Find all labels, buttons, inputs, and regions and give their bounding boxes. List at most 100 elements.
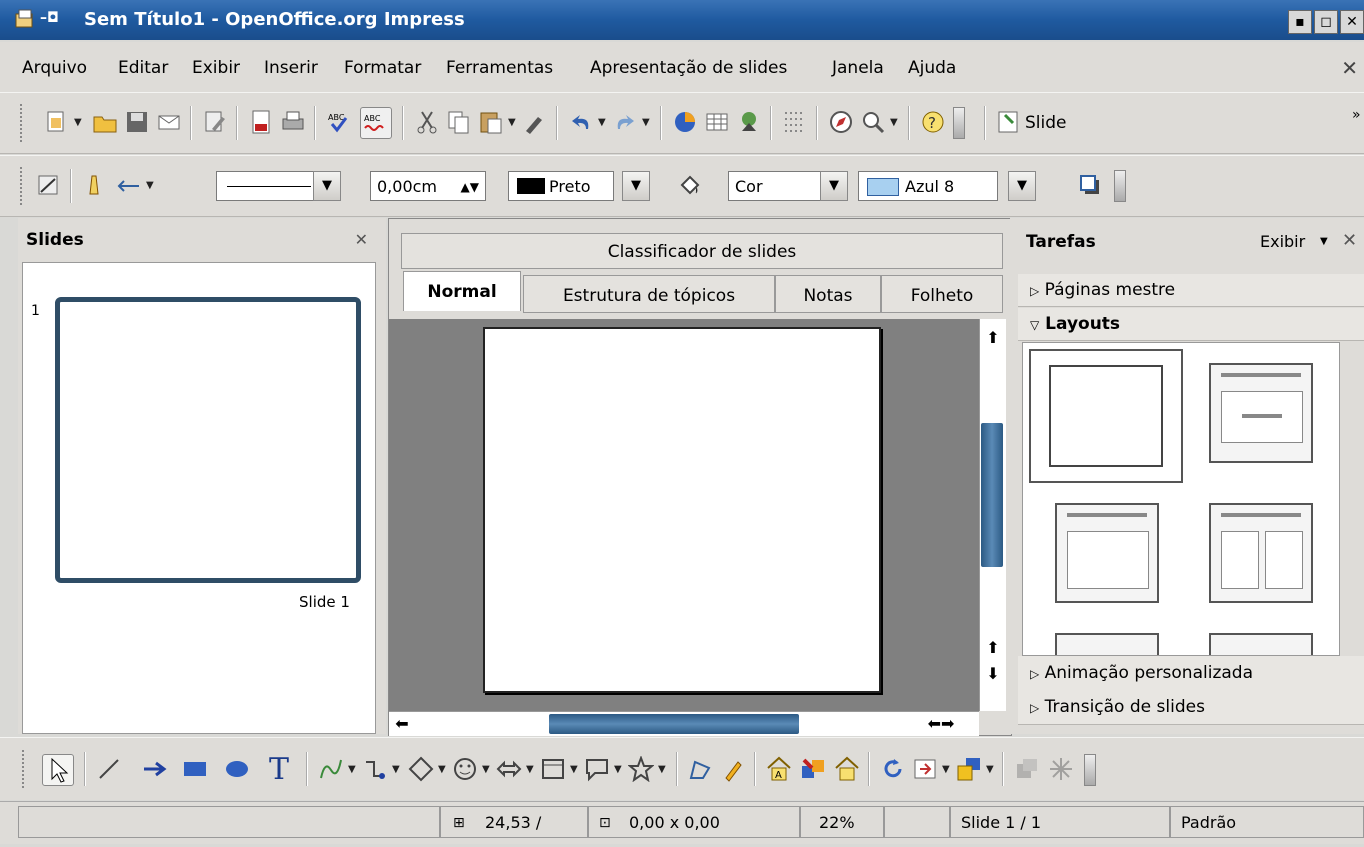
layout-title-2col[interactable] (1209, 503, 1313, 603)
minimize-button[interactable]: ▪ (1288, 10, 1312, 34)
tab-outline[interactable]: Estrutura de tópicos (523, 275, 775, 313)
line-style-dropdown[interactable]: ▼ (313, 171, 341, 201)
menu-exibir[interactable]: Exibir (192, 58, 240, 78)
select-pointer-icon[interactable] (42, 754, 74, 786)
close-document-icon[interactable]: ✕ (1341, 56, 1358, 80)
spin-arrows-icon[interactable]: ▲▼ (461, 172, 479, 202)
horizontal-scrollbar[interactable]: ⬅ ⬅➡ (389, 711, 979, 736)
arrow-line-icon[interactable] (142, 756, 168, 782)
line-color-select[interactable]: Preto (508, 171, 614, 201)
flowchart-dropdown[interactable]: ▼ (570, 764, 578, 775)
block-arrows-dropdown[interactable]: ▼ (526, 764, 534, 775)
rotate-icon[interactable] (880, 756, 906, 782)
toolbar-grip[interactable] (22, 750, 28, 788)
section-master-pages[interactable]: ▷ Páginas mestre (1018, 274, 1364, 307)
horizontal-scroll-thumb[interactable] (549, 714, 799, 734)
help-icon[interactable]: ? (920, 109, 946, 135)
tab-handout[interactable]: Folheto (881, 275, 1003, 313)
area-color-dropdown[interactable]: ▼ (1008, 171, 1036, 201)
area-color-select[interactable]: Azul 8 (858, 171, 998, 201)
toolbar-chevron-icon[interactable]: » (1352, 107, 1361, 123)
effects-icon[interactable] (1048, 756, 1074, 782)
layout-title-list[interactable] (1055, 503, 1159, 603)
autospellcheck-icon[interactable]: ABC (360, 107, 392, 139)
paste-icon[interactable] (478, 109, 504, 135)
line-ends-icon[interactable] (116, 173, 142, 199)
arrange-dropdown[interactable]: ▼ (986, 764, 994, 775)
prev-slide-icon[interactable]: ⬆ (982, 637, 1004, 659)
layouts-scrollbar[interactable]: ⬆ ⬆ ⬇ (1339, 343, 1340, 655)
toolbar-grip[interactable] (20, 167, 26, 205)
pin-icon[interactable]: –◘ (40, 10, 59, 26)
view-menu-arrow[interactable]: ▼ (1320, 236, 1328, 247)
title-bar[interactable]: –◘ Sem Título1 - OpenOffice.org Impress … (0, 0, 1364, 40)
maximize-button[interactable]: ◻ (1314, 10, 1338, 34)
block-arrows-icon[interactable] (496, 756, 522, 782)
toolbar-overflow-button[interactable] (953, 107, 965, 139)
line-width-field[interactable]: 0,00cm ▲▼ (370, 171, 486, 201)
layout-centered-text[interactable] (1209, 633, 1313, 655)
undo-dropdown-arrow[interactable]: ▼ (598, 117, 606, 128)
slide-button-label[interactable]: Slide (1025, 113, 1067, 133)
rectangle-icon[interactable] (182, 756, 208, 782)
paste-dropdown-arrow[interactable]: ▼ (508, 117, 516, 128)
connector-icon[interactable] (362, 756, 388, 782)
curve-icon[interactable] (318, 756, 344, 782)
menu-editar[interactable]: Editar (118, 58, 168, 78)
scroll-left-icon[interactable]: ⬅ (391, 713, 413, 735)
scroll-up-icon[interactable]: ⬆ (982, 327, 1004, 349)
callouts-dropdown[interactable]: ▼ (614, 764, 622, 775)
text-tool-icon[interactable]: T (266, 752, 296, 782)
status-layout[interactable]: Padrão (1170, 806, 1364, 838)
layout-title-only[interactable] (1055, 633, 1159, 655)
area-style-select[interactable]: Cor (728, 171, 828, 201)
glue-points-icon[interactable] (720, 756, 746, 782)
gallery-icon[interactable] (834, 756, 860, 782)
toolbar-overflow-button[interactable] (1084, 754, 1096, 786)
pane-splitter[interactable] (378, 218, 386, 734)
show-draw-functions-icon[interactable] (736, 109, 762, 135)
callouts-icon[interactable] (584, 756, 610, 782)
slide-canvas[interactable] (483, 327, 881, 693)
slide-add-icon[interactable] (996, 109, 1022, 135)
close-window-button[interactable]: ✕ (1340, 10, 1364, 34)
menu-arquivo[interactable]: Arquivo (22, 58, 87, 78)
line-icon[interactable] (36, 173, 62, 199)
menu-janela[interactable]: Janela (832, 58, 884, 78)
line-tool-icon[interactable] (96, 756, 122, 782)
tasks-view-menu[interactable]: Exibir (1260, 232, 1305, 251)
tab-slide-sorter[interactable]: Classificador de slides (401, 233, 1003, 269)
shadow-icon[interactable] (1078, 173, 1104, 199)
line-color-dropdown[interactable]: ▼ (622, 171, 650, 201)
chart-icon[interactable] (672, 109, 698, 135)
symbol-shapes-icon[interactable] (452, 756, 478, 782)
arrow-style-icon[interactable] (82, 173, 108, 199)
table-icon[interactable] (704, 109, 730, 135)
line-ends-dropdown[interactable]: ▼ (146, 180, 154, 191)
status-zoom[interactable]: 22% (800, 806, 884, 838)
menu-formatar[interactable]: Formatar (344, 58, 421, 78)
align-dropdown[interactable]: ▼ (942, 764, 950, 775)
navigator-icon[interactable] (828, 109, 854, 135)
grid-icon[interactable] (782, 109, 808, 135)
points-icon[interactable] (688, 756, 714, 782)
line-style-select[interactable] (216, 171, 324, 201)
close-tasks-icon[interactable]: ✕ (1342, 230, 1357, 251)
layout-blank[interactable] (1029, 349, 1183, 483)
section-custom-animation[interactable]: ▷ Animação personalizada (1018, 656, 1364, 691)
vertical-scrollbar[interactable]: ⬆ ⬆ ⬇ (979, 319, 1006, 711)
zoom-icon[interactable] (860, 109, 886, 135)
basic-shapes-dropdown[interactable]: ▼ (438, 764, 446, 775)
section-slide-transition[interactable]: ▷ Transição de slides (1018, 690, 1364, 725)
next-slide-icon[interactable]: ⬇ (982, 663, 1004, 685)
close-pane-icon[interactable]: ✕ (355, 230, 368, 249)
menu-ferramentas[interactable]: Ferramentas (446, 58, 553, 78)
edit-file-icon[interactable] (202, 109, 228, 135)
print-icon[interactable] (280, 109, 306, 135)
fontwork-icon[interactable]: A (766, 756, 792, 782)
new-dropdown-arrow[interactable]: ▼ (74, 117, 82, 128)
menu-apresentacao[interactable]: Apresentação de slides (590, 58, 787, 78)
toolbar-grip[interactable] (20, 104, 26, 142)
undo-icon[interactable] (568, 109, 594, 135)
curve-dropdown[interactable]: ▼ (348, 764, 356, 775)
